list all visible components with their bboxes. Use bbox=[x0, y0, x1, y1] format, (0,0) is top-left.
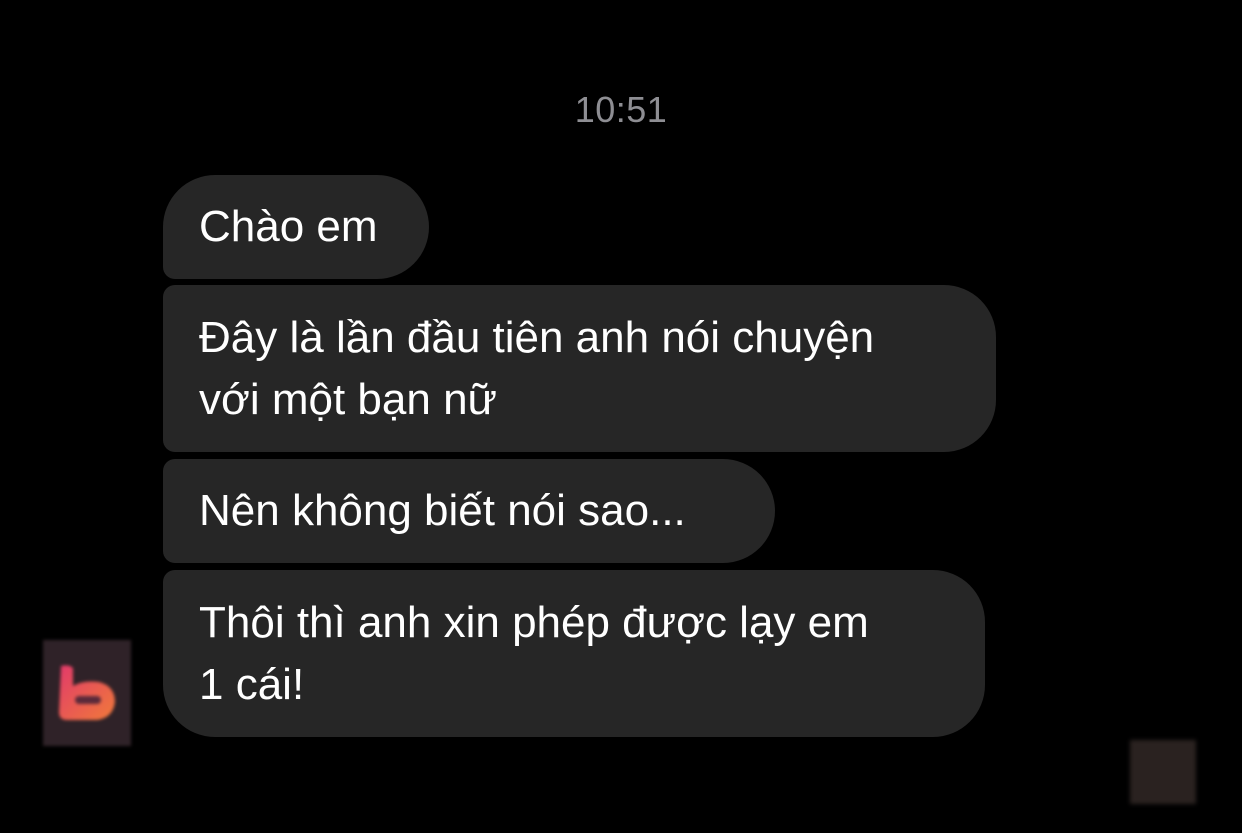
message-bubble[interactable]: Đây là lần đầu tiên anh nói chuyện với m… bbox=[163, 285, 996, 452]
message-bubble[interactable]: Chào em bbox=[163, 175, 429, 279]
chat-timestamp: 10:51 bbox=[574, 89, 668, 130]
message-text: với một bạn nữ bbox=[199, 375, 497, 424]
message-text: Thôi thì anh xin phép được lạy em bbox=[199, 598, 869, 647]
message-bubble[interactable]: Nên không biết nói sao... bbox=[163, 459, 775, 563]
sender-avatar[interactable] bbox=[43, 640, 131, 746]
message-text: Đây là lần đầu tiên anh nói chuyện bbox=[199, 313, 875, 362]
message-text: Nên không biết nói sao... bbox=[199, 486, 686, 535]
read-receipt-avatar bbox=[1130, 740, 1196, 804]
message-text: Chào em bbox=[199, 202, 378, 251]
message-text: 1 cái! bbox=[199, 660, 305, 709]
avatar-logo-icon bbox=[59, 665, 115, 720]
message-bubble[interactable]: Thôi thì anh xin phép được lạy em 1 cái! bbox=[163, 570, 985, 737]
